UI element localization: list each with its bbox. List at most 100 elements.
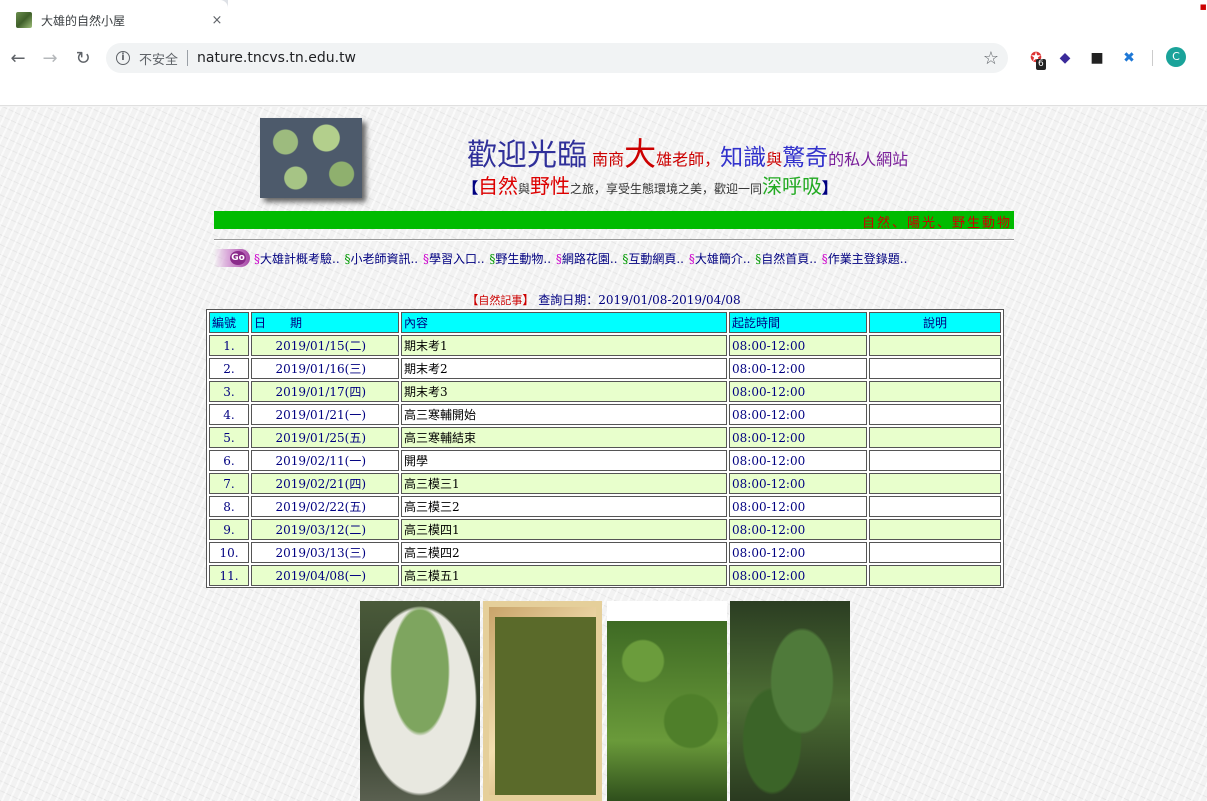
cell-content: 高三模三2	[401, 496, 727, 517]
cell-time: 08:00-12:00	[729, 335, 867, 356]
go-button[interactable]: Go	[214, 249, 250, 267]
info-icon[interactable]: i	[116, 51, 130, 65]
star-icon[interactable]: ☆	[983, 48, 999, 69]
insecure-label: 不安全	[139, 52, 179, 68]
cell-note	[869, 473, 1001, 494]
cell-no: 9.	[209, 519, 249, 540]
cell-time: 08:00-12:00	[729, 450, 867, 471]
browser-toolbar: ← → ↻ i 不安全 nature.tncvs.tn.edu.tw ☆ ✪ 6…	[0, 40, 1207, 106]
query-label: 查詢日期：	[534, 293, 599, 307]
nav-link-wildlife[interactable]: §野生動物..	[489, 252, 551, 266]
nav-link-label: 網路花園..	[561, 252, 618, 266]
divider	[214, 239, 1014, 241]
cell-date: 2019/04/08(一)	[251, 565, 399, 586]
browser-tab[interactable]: 大雄的自然小屋 ×	[0, 0, 228, 40]
cell-time: 08:00-12:00	[729, 427, 867, 448]
table-row: 11. 2019/04/08(一) 高三模五1 08:00-12:00	[209, 565, 1001, 586]
toolbar-separator	[1152, 50, 1153, 66]
cell-content: 高三模四2	[401, 542, 727, 563]
cell-time: 08:00-12:00	[729, 565, 867, 586]
header-date: 日 期	[251, 312, 399, 333]
welcome-part: 大	[624, 135, 657, 173]
table-row: 6. 2019/02/11(一) 開學 08:00-12:00	[209, 450, 1001, 471]
cell-note	[869, 404, 1001, 425]
slogan-part: 自然	[478, 174, 519, 198]
query-range: 2019/01/08-2019/04/08	[598, 293, 741, 307]
query-bracket: 】	[522, 293, 535, 307]
nav-link-computer-test[interactable]: §大雄計概考驗..	[254, 252, 340, 266]
cell-content: 高三模五1	[401, 565, 727, 586]
window-close-icon[interactable]: ▪	[1200, 0, 1207, 13]
cell-time: 08:00-12:00	[729, 381, 867, 402]
photo-leaves	[730, 601, 850, 801]
cell-time: 08:00-12:00	[729, 358, 867, 379]
cell-date: 2019/01/25(五)	[251, 427, 399, 448]
welcome-part: 的私人網站	[828, 150, 909, 169]
cell-no: 8.	[209, 496, 249, 517]
header-time: 起訖時間	[729, 312, 867, 333]
nav-link-label: 學習入口..	[428, 252, 485, 266]
cell-date: 2019/01/21(一)	[251, 404, 399, 425]
extension-layers-icon[interactable]: ◆	[1055, 48, 1075, 68]
cell-no: 7.	[209, 473, 249, 494]
query-bracket: 【	[466, 293, 479, 307]
photo-butterfly	[483, 601, 602, 801]
url-text[interactable]: nature.tncvs.tn.edu.tw	[197, 50, 983, 66]
cell-no: 10.	[209, 542, 249, 563]
header-note: 說明	[869, 312, 1001, 333]
welcome-part: 南商	[592, 150, 625, 169]
welcome-part: 歡迎光臨	[467, 138, 587, 173]
cell-content: 期末考3	[401, 381, 727, 402]
cell-no: 3.	[209, 381, 249, 402]
query-line: 【自然記事】 查詢日期：2019/01/08-2019/04/08	[0, 291, 1207, 308]
cell-date: 2019/01/16(三)	[251, 358, 399, 379]
tab-close-icon[interactable]: ×	[206, 13, 228, 28]
nav-link-label: 小老師資訊..	[350, 252, 419, 266]
photo-shrub	[607, 601, 727, 801]
reload-icon[interactable]: ↻	[69, 44, 97, 72]
tab-strip: 大雄的自然小屋 × ▪	[0, 0, 1207, 40]
nav-link-home[interactable]: §自然首頁..	[755, 252, 817, 266]
extension-cross-icon[interactable]: ✖	[1119, 48, 1139, 68]
slogan-bracket: 【	[463, 179, 479, 197]
cell-date: 2019/02/21(四)	[251, 473, 399, 494]
favicon-icon	[16, 12, 32, 28]
marquee-bar: 自然、陽光、野生動物	[214, 211, 1014, 229]
cell-date: 2019/02/22(五)	[251, 496, 399, 517]
nav-link-profile[interactable]: §大雄簡介..	[689, 252, 751, 266]
cell-content: 高三模三1	[401, 473, 727, 494]
extension-glasses-icon[interactable]: ■	[1087, 48, 1107, 68]
extension-badge: 6	[1036, 59, 1046, 70]
cell-time: 08:00-12:00	[729, 519, 867, 540]
back-arrow-icon[interactable]: ←	[4, 44, 32, 72]
table-row: 10. 2019/03/13(三) 高三模四2 08:00-12:00	[209, 542, 1001, 563]
nav-link-interactive[interactable]: §互動網頁..	[622, 252, 684, 266]
extension-key-icon[interactable]: ✪ 6	[1026, 48, 1046, 70]
cell-content: 期末考2	[401, 358, 727, 379]
cell-time: 08:00-12:00	[729, 496, 867, 517]
cell-date: 2019/03/12(二)	[251, 519, 399, 540]
welcome-title: 歡迎光臨 南商大雄老師，知識與驚奇的私人網站	[467, 129, 908, 175]
cell-no: 11.	[209, 565, 249, 586]
cell-date: 2019/02/11(一)	[251, 450, 399, 471]
header-photo	[260, 118, 362, 198]
header-no: 編號	[209, 312, 249, 333]
table-row: 7. 2019/02/21(四) 高三模三1 08:00-12:00	[209, 473, 1001, 494]
cell-no: 2.	[209, 358, 249, 379]
omnibox-separator	[187, 50, 189, 66]
cell-no: 6.	[209, 450, 249, 471]
cell-content: 高三模四1	[401, 519, 727, 540]
nav-link-homework[interactable]: §作業主登錄題..	[822, 252, 908, 266]
nav-link-label: 大雄簡介..	[694, 252, 751, 266]
nav-link-learning-portal[interactable]: §學習入口..	[423, 252, 485, 266]
nav-link-web-garden[interactable]: §網路花園..	[556, 252, 618, 266]
events-table: 編號 日 期 內容 起訖時間 說明 1. 2019/01/15(二) 期末考1 08:…	[206, 309, 1004, 588]
nav-link-tutor-info[interactable]: §小老師資訊..	[344, 252, 418, 266]
cell-note	[869, 542, 1001, 563]
welcome-part: 知識	[720, 145, 767, 171]
cell-content: 高三寒輔結束	[401, 427, 727, 448]
forward-arrow-icon[interactable]: →	[36, 44, 64, 72]
table-row: 8. 2019/02/22(五) 高三模三2 08:00-12:00	[209, 496, 1001, 517]
profile-avatar[interactable]: C	[1166, 47, 1186, 67]
address-bar[interactable]: i 不安全 nature.tncvs.tn.edu.tw ☆	[106, 43, 1008, 73]
